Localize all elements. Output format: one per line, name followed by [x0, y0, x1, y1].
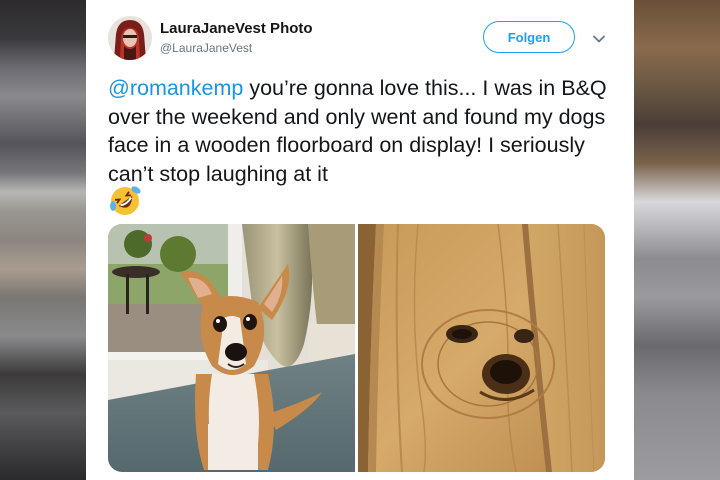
blurred-background-right — [634, 0, 720, 480]
chevron-down-icon[interactable] — [590, 30, 608, 48]
rolling-on-floor-laughing-emoji — [108, 184, 142, 218]
tweet-media — [108, 224, 605, 472]
mention-link[interactable]: @romankemp — [108, 76, 243, 100]
display-name[interactable]: LauraJaneVest Photo — [160, 20, 313, 37]
tweet-card: LauraJaneVest Photo @LauraJaneVest Folge… — [86, 0, 634, 480]
wood-floorboard-photo[interactable] — [358, 224, 605, 472]
follow-button[interactable]: Folgen — [483, 21, 575, 53]
dog-photo[interactable] — [108, 224, 355, 472]
user-handle[interactable]: @LauraJaneVest — [160, 41, 252, 55]
avatar[interactable] — [108, 16, 152, 60]
blurred-background-left — [0, 0, 86, 480]
tweet-text: @romankemp you’re gonna love this... I w… — [108, 74, 618, 188]
